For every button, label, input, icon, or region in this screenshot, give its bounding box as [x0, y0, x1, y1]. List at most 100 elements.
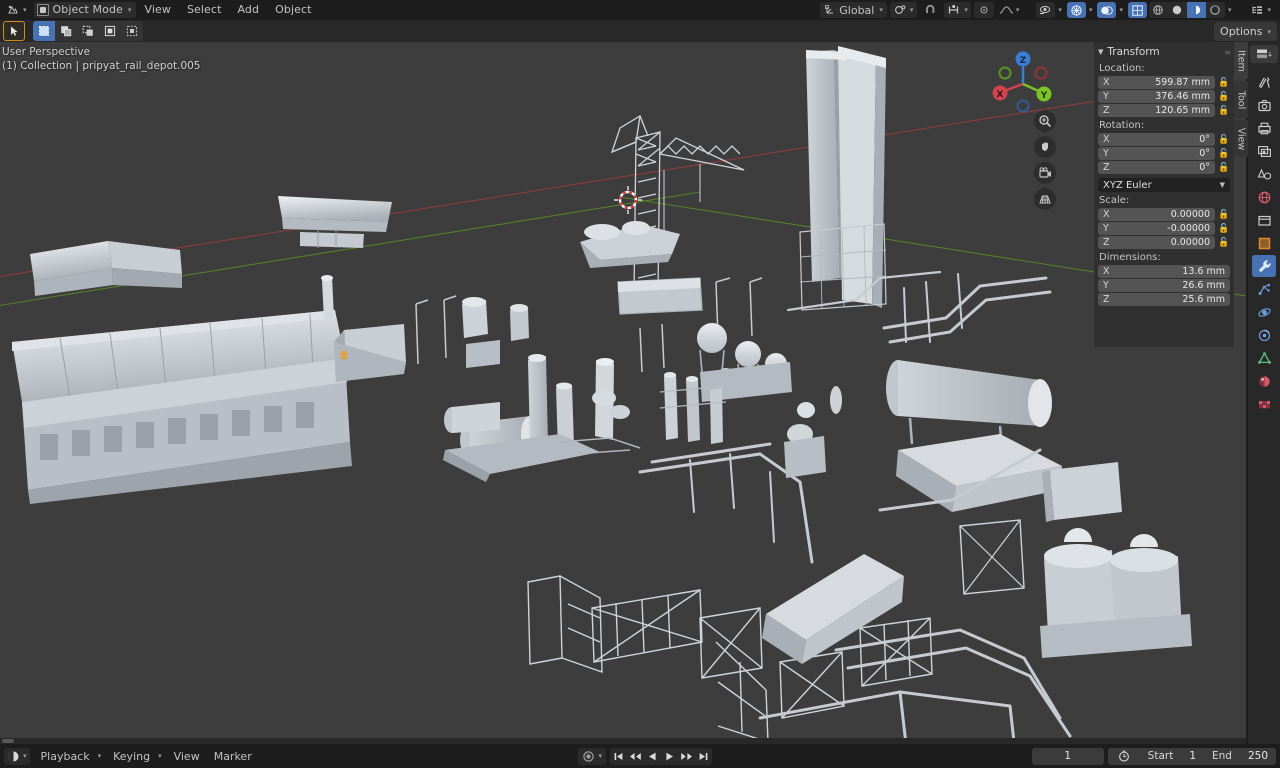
unlocked-padlock-icon[interactable]: 🔓	[1218, 237, 1230, 249]
properties-tab-material[interactable]	[1252, 370, 1276, 392]
dimensions-x-field[interactable]: X 13.6 mm	[1098, 265, 1230, 278]
menu-add[interactable]: Add	[230, 0, 268, 20]
properties-tab-collection[interactable]	[1252, 209, 1276, 231]
rotation-mode-dropdown[interactable]: XYZ Euler ▼	[1098, 178, 1230, 192]
3d-viewport[interactable]: User Perspective (1) Collection | pripya…	[0, 42, 1246, 744]
zoom-view-button[interactable]	[1034, 110, 1056, 132]
end-frame-value[interactable]: 250	[1248, 750, 1268, 762]
location-x-field[interactable]: X 599.87 mm	[1098, 76, 1215, 89]
rotation-x-field[interactable]: X 0°	[1098, 133, 1215, 146]
select-box-tool-button[interactable]	[3, 21, 25, 41]
falloff-chevron-icon[interactable]: ▾	[1016, 6, 1020, 14]
keying-chevron-icon[interactable]: ▾	[158, 752, 162, 760]
unlocked-padlock-icon[interactable]: 🔓	[1218, 105, 1230, 117]
rotation-y-field[interactable]: Y 0°	[1098, 147, 1215, 160]
scale-z-field[interactable]: Z 0.00000	[1098, 236, 1215, 249]
properties-tab-modifiers[interactable]	[1252, 255, 1276, 277]
jump-to-end-button[interactable]	[695, 748, 712, 765]
transform-orientation-selector[interactable]: Global ▾	[820, 2, 887, 18]
auto-keying-toggle[interactable]: ▾	[578, 748, 606, 765]
jump-to-next-keyframe-button[interactable]	[678, 748, 695, 765]
camera-view-button[interactable]	[1034, 162, 1056, 184]
unlocked-padlock-icon[interactable]: 🔓	[1218, 148, 1230, 160]
show-gizmo-button[interactable]	[1067, 2, 1086, 18]
properties-tab-object[interactable]	[1252, 232, 1276, 254]
mode-chevron-icon[interactable]: ▾	[128, 6, 132, 14]
unlocked-padlock-icon[interactable]: 🔓	[1218, 77, 1230, 89]
snap-chevron-icon[interactable]: ▾	[964, 6, 968, 14]
playback-chevron-icon[interactable]: ▾	[98, 752, 102, 760]
outliner-chevron-icon[interactable]: ▾	[1267, 6, 1271, 14]
play-button[interactable]	[661, 748, 678, 765]
start-frame-value[interactable]: 1	[1189, 750, 1196, 762]
falloff-selector[interactable]: ▾	[997, 2, 1022, 18]
scale-y-field[interactable]: Y -0.00000	[1098, 222, 1215, 235]
select-intersect-button[interactable]	[121, 21, 143, 41]
unlocked-padlock-icon[interactable]: 🔓	[1218, 209, 1230, 221]
unlocked-padlock-icon[interactable]: 🔓	[1218, 134, 1230, 146]
options-chevron-icon[interactable]: ▾	[1267, 28, 1271, 36]
jump-to-prev-keyframe-button[interactable]	[627, 748, 644, 765]
toggle-ortho-perspective-button[interactable]	[1034, 188, 1056, 210]
select-set-button[interactable]	[33, 21, 55, 41]
properties-tab-texture[interactable]	[1252, 393, 1276, 415]
viewport-options-button[interactable]: Options ▾	[1214, 22, 1277, 41]
select-extend-button[interactable]	[55, 21, 77, 41]
properties-tab-output[interactable]	[1252, 117, 1276, 139]
shading-solid-button[interactable]	[1168, 2, 1187, 18]
select-subtract-button[interactable]	[77, 21, 99, 41]
sidebar-tab-view[interactable]: View	[1234, 120, 1248, 157]
unlocked-padlock-icon[interactable]: 🔓	[1218, 223, 1230, 235]
properties-tab-render[interactable]	[1252, 94, 1276, 116]
auto-keying-chevron-icon[interactable]: ▾	[598, 752, 602, 760]
transform-panel-header[interactable]: ▼ Transform ≡	[1098, 45, 1230, 59]
properties-tab-particles[interactable]	[1252, 278, 1276, 300]
location-z-field[interactable]: Z 120.65 mm	[1098, 104, 1215, 117]
jump-to-start-button[interactable]	[610, 748, 627, 765]
timeline-editor-chevron-icon[interactable]: ▾	[23, 752, 27, 760]
outliner-editor-icon[interactable]	[1248, 3, 1266, 18]
shading-rendered-button[interactable]	[1206, 2, 1225, 18]
object-visibility-button[interactable]	[1036, 2, 1055, 18]
location-y-field[interactable]: Y 376.46 mm	[1098, 90, 1215, 103]
play-reverse-button[interactable]	[644, 748, 661, 765]
pivot-chevron-icon[interactable]: ▾	[910, 6, 914, 14]
properties-tab-tool[interactable]	[1252, 71, 1276, 93]
sidebar-tab-item[interactable]: Item	[1234, 42, 1248, 79]
menu-select[interactable]: Select	[179, 0, 230, 20]
orientation-chevron-icon[interactable]: ▾	[879, 6, 883, 14]
select-difference-button[interactable]	[99, 21, 121, 41]
properties-tab-view-layer[interactable]	[1252, 140, 1276, 162]
chevron-down-icon[interactable]: ▼	[1220, 181, 1225, 189]
properties-tab-constraints[interactable]	[1252, 324, 1276, 346]
shading-wireframe-button[interactable]	[1149, 2, 1168, 18]
editor-type-chevron-icon[interactable]: ▾	[23, 6, 27, 14]
timeline-menu-keying[interactable]: Keying	[106, 750, 157, 763]
unlocked-padlock-icon[interactable]: 🔓	[1218, 91, 1230, 103]
xray-toggle-button[interactable]	[1128, 2, 1147, 18]
menu-object[interactable]: Object	[267, 0, 319, 20]
chevron-down-icon[interactable]: ▼	[1098, 48, 1103, 56]
dimensions-z-field[interactable]: Z 25.6 mm	[1098, 293, 1230, 306]
properties-tab-data[interactable]	[1252, 347, 1276, 369]
proportional-edit-toggle[interactable]	[974, 2, 994, 18]
menu-view[interactable]: View	[136, 0, 179, 20]
timeline-menu-playback[interactable]: Playback	[34, 750, 97, 763]
properties-tab-world[interactable]	[1252, 186, 1276, 208]
shading-material-button[interactable]	[1187, 2, 1206, 18]
properties-tab-physics[interactable]	[1252, 301, 1276, 323]
current-frame-field[interactable]: 1	[1032, 748, 1104, 765]
shading-chevron-icon[interactable]: ▾	[1228, 6, 1232, 14]
timeline-editor-type-button[interactable]: ▾	[4, 748, 30, 765]
dimensions-y-field[interactable]: Y 26.6 mm	[1098, 279, 1230, 292]
sidebar-tab-tool[interactable]: Tool	[1234, 81, 1248, 118]
timeline-menu-marker[interactable]: Marker	[207, 750, 259, 763]
pivot-point-selector[interactable]: ▾	[890, 2, 918, 18]
unlocked-padlock-icon[interactable]: 🔓	[1218, 162, 1230, 174]
editor-type-icon[interactable]	[4, 3, 22, 18]
scale-x-field[interactable]: X 0.00000	[1098, 208, 1215, 221]
overlays-chevron-icon[interactable]: ▾	[1119, 6, 1123, 14]
snap-magnet-toggle[interactable]	[920, 2, 941, 18]
transform-sidebar-panel[interactable]: ▼ Transform ≡ Location: X 599.87 mm 🔓 Y …	[1094, 42, 1234, 347]
pan-view-button[interactable]	[1034, 136, 1056, 158]
